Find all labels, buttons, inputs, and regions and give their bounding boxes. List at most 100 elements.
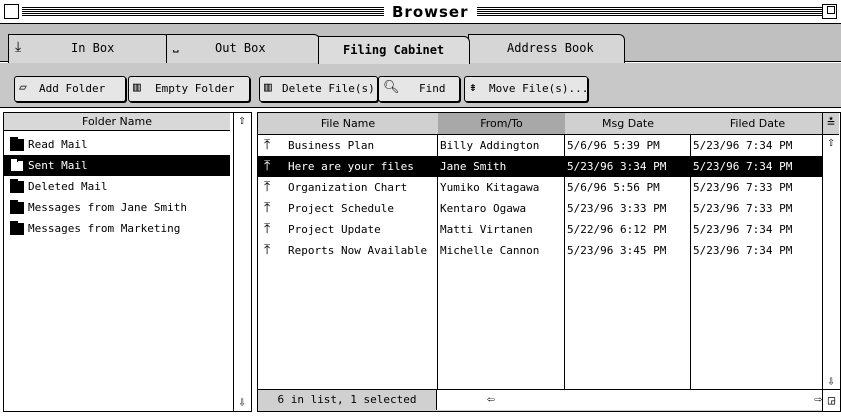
- status-bar: 6 in list, 1 selected ⇦ ⇨: [258, 389, 824, 411]
- folder-label: Deleted Mail: [28, 180, 108, 193]
- cell-msg-date: 5/23/96 3:45 PM: [567, 244, 667, 257]
- add-folder-label: Add Folder: [39, 82, 106, 95]
- tab-in-box[interactable]: ⤓ In Box: [8, 34, 170, 63]
- cell-msg-date: 5/23/96 3:34 PM: [567, 160, 667, 173]
- sent-mail-arrow-icon: ⤒: [264, 242, 271, 258]
- scroll-down-arrow-icon[interactable]: ⇩: [823, 374, 839, 390]
- folder-item-sent-mail[interactable]: Sent Mail: [4, 155, 230, 176]
- tab-out-box[interactable]: ⎵ Out Box: [166, 34, 320, 63]
- toolbar: ▱ Add Folder ▥ Empty Folder ▥ Delete Fil…: [0, 63, 841, 108]
- folder-label: Sent Mail: [28, 159, 88, 172]
- cell-from: Matti Virtanen: [440, 223, 533, 236]
- find-button[interactable]: 🔍︎ Find: [378, 76, 460, 102]
- cell-msg-date: 5/23/96 3:33 PM: [567, 202, 667, 215]
- cell-from: Michelle Cannon: [440, 244, 540, 257]
- empty-folder-label: Empty Folder: [155, 82, 235, 95]
- sent-mail-arrow-icon: ⤒: [264, 179, 271, 195]
- file-row[interactable]: ⤒ Organization Chart Yumiko Kitagawa 5/6/96…: [258, 177, 824, 198]
- folder-label: Read Mail: [28, 138, 88, 151]
- sort-direction-icon[interactable]: ≛: [823, 113, 839, 135]
- folder-item-deleted-mail[interactable]: Deleted Mail: [4, 176, 230, 197]
- trash-icon: ▥: [264, 80, 272, 95]
- cell-from: Kentaro Ogawa: [440, 202, 527, 215]
- file-list-scrollbar[interactable]: ≛ ⇧ ⇩: [822, 113, 840, 390]
- folder-item-marketing[interactable]: Messages from Marketing: [4, 218, 230, 239]
- cell-filed-date: 5/23/96 7:34 PM: [693, 160, 793, 173]
- tab-address-book-label: Address Book: [507, 41, 594, 55]
- close-box-icon[interactable]: [4, 4, 19, 19]
- scroll-down-arrow-icon[interactable]: ⇩: [234, 395, 250, 411]
- empty-folder-button[interactable]: ▥ Empty Folder: [128, 76, 250, 102]
- zoom-box-icon[interactable]: [822, 4, 837, 19]
- scroll-up-arrow-icon[interactable]: ⇧: [234, 113, 250, 129]
- folder-label: Messages from Marketing: [28, 222, 181, 235]
- cell-from: Yumiko Kitagawa: [440, 181, 540, 194]
- scroll-up-arrow-icon[interactable]: ⇧: [823, 135, 839, 151]
- add-folder-button[interactable]: ▱ Add Folder: [14, 76, 126, 102]
- col-header-label: Msg Date: [602, 117, 654, 130]
- tab-out-box-label: Out Box: [215, 41, 266, 55]
- sent-mail-arrow-icon: ⤒: [264, 158, 271, 174]
- cell-filed-date: 5/23/96 7:34 PM: [693, 139, 793, 152]
- sent-mail-arrow-icon: ⤒: [264, 137, 271, 153]
- folder-icon: [10, 200, 24, 214]
- file-row[interactable]: ⤒ Here are your files Jane Smith 5/23/96 3:…: [258, 156, 824, 177]
- col-header-from-to[interactable]: From/To: [438, 113, 566, 135]
- cell-name: Project Update: [288, 223, 381, 236]
- cell-filed-date: 5/23/96 7:34 PM: [693, 244, 793, 257]
- cell-name: Business Plan: [288, 139, 375, 152]
- col-header-filed-date[interactable]: Filed Date: [691, 113, 825, 135]
- cell-filed-date: 5/23/96 7:34 PM: [693, 223, 793, 236]
- window-title-bar[interactable]: Browser: [0, 0, 841, 24]
- tab-filing-cabinet[interactable]: Filing Cabinet: [318, 36, 470, 64]
- cell-name: Reports Now Available: [288, 244, 428, 257]
- tab-filing-cabinet-label: Filing Cabinet: [343, 43, 445, 57]
- list-count-status: 6 in list, 1 selected: [258, 390, 437, 410]
- col-header-label: From/To: [480, 117, 523, 130]
- file-row[interactable]: ⤒ Project Update Matti Virtanen 5/22/96 6:1…: [258, 219, 824, 240]
- magnifier-icon: 🔍︎: [383, 80, 400, 95]
- outbox-tray-icon: ⎵: [173, 37, 179, 53]
- folder-item-jane-smith[interactable]: Messages from Jane Smith: [4, 197, 230, 218]
- cell-filed-date: 5/23/96 7:33 PM: [693, 181, 793, 194]
- cell-name: Project Schedule: [288, 202, 394, 215]
- trash-icon: ▥: [133, 80, 141, 95]
- move-files-label: Move File(s)...: [489, 82, 589, 95]
- horizontal-scrollbar[interactable]: ⇦ ⇨: [437, 390, 824, 410]
- scroll-left-arrow-icon[interactable]: ⇦: [487, 392, 495, 407]
- window-title: Browser: [384, 3, 477, 21]
- folder-name-column-header[interactable]: Folder Name: [4, 113, 230, 131]
- sent-mail-arrow-icon: ⤒: [264, 221, 271, 237]
- folder-list-pane: Folder Name ⇧ ⇩ Read Mail Sent Mail Dele…: [3, 112, 252, 412]
- resize-grow-box-icon[interactable]: ◲: [822, 389, 840, 411]
- tab-address-book[interactable]: Address Book: [468, 34, 625, 63]
- folder-label: Messages from Jane Smith: [28, 201, 187, 214]
- file-row[interactable]: ⤒ Project Schedule Kentaro Ogawa 5/23/96 3:…: [258, 198, 824, 219]
- col-header-file-name[interactable]: File Name: [258, 113, 439, 135]
- folder-item-read-mail[interactable]: Read Mail: [4, 134, 230, 155]
- col-header-label: Filed Date: [729, 117, 786, 130]
- move-icon: ⇟: [469, 80, 477, 95]
- folder-icon: [10, 137, 24, 151]
- col-header-msg-date[interactable]: Msg Date: [565, 113, 692, 135]
- delete-files-button[interactable]: ▥ Delete File(s): [259, 76, 378, 102]
- folder-icon: [10, 221, 24, 235]
- cell-from: Billy Addington: [440, 139, 540, 152]
- folder-list-scrollbar[interactable]: ⇧ ⇩: [233, 113, 251, 411]
- cell-msg-date: 5/6/96 5:56 PM: [567, 181, 660, 194]
- open-folder-icon: ▱: [19, 80, 27, 95]
- delete-files-label: Delete File(s): [282, 82, 375, 95]
- inbox-arrow-icon: ⤓: [15, 39, 22, 55]
- cell-from: Jane Smith: [440, 160, 507, 173]
- col-header-label: File Name: [320, 117, 376, 130]
- file-list-pane: File Name From/To Msg Date Filed Date ⤒ B…: [257, 112, 841, 412]
- scroll-right-arrow-icon[interactable]: ⇨: [814, 392, 822, 407]
- sent-mail-arrow-icon: ⤒: [264, 200, 271, 216]
- cell-filed-date: 5/23/96 7:33 PM: [693, 202, 793, 215]
- tab-bar: ⤓ In Box ⎵ Out Box Filing Cabinet Addres…: [0, 24, 841, 64]
- move-files-button[interactable]: ⇟ Move File(s)...: [464, 76, 588, 102]
- folder-icon: [10, 179, 24, 193]
- file-row[interactable]: ⤒ Reports Now Available Michelle Cannon 5/2…: [258, 240, 824, 261]
- folder-icon: [10, 158, 24, 172]
- file-row[interactable]: ⤒ Business Plan Billy Addington 5/6/96 5:39…: [258, 135, 824, 156]
